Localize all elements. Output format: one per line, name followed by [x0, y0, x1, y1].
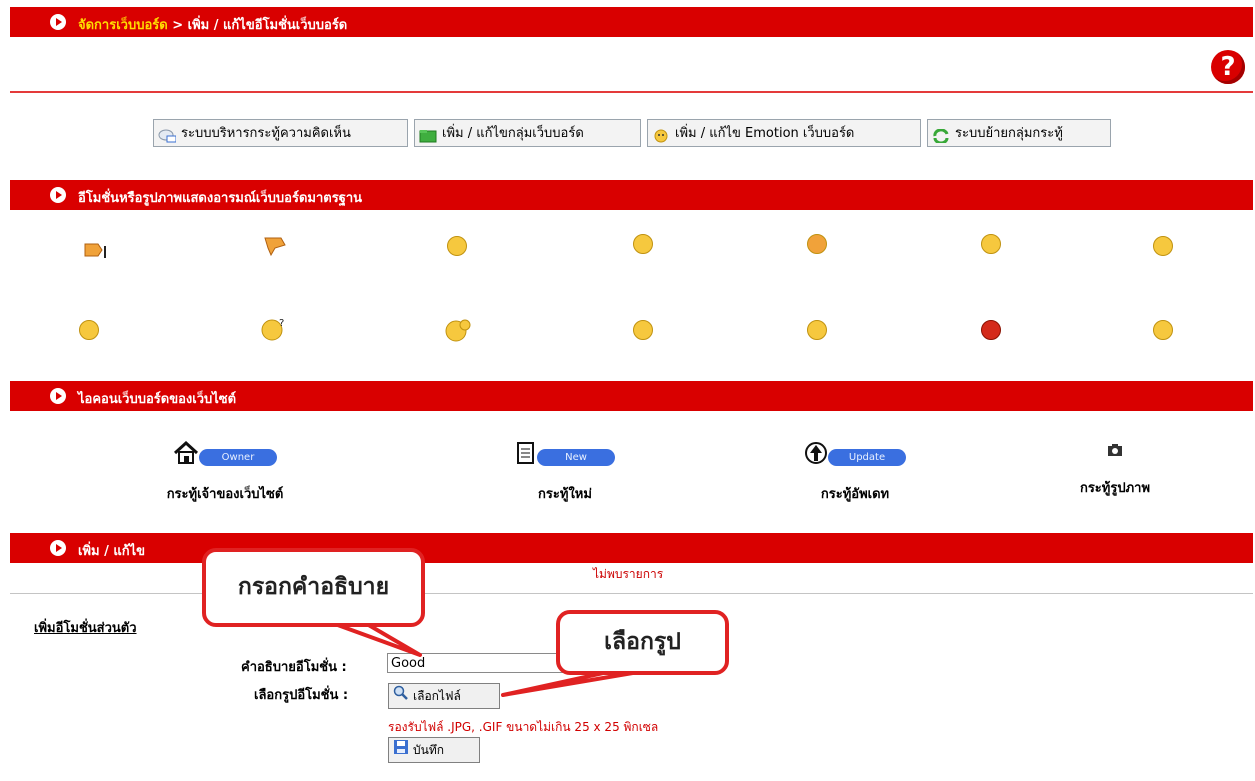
callout-choose-image: เลือกรูป: [556, 610, 729, 675]
callout-describe: กรอกคำอธิบาย: [202, 548, 425, 627]
